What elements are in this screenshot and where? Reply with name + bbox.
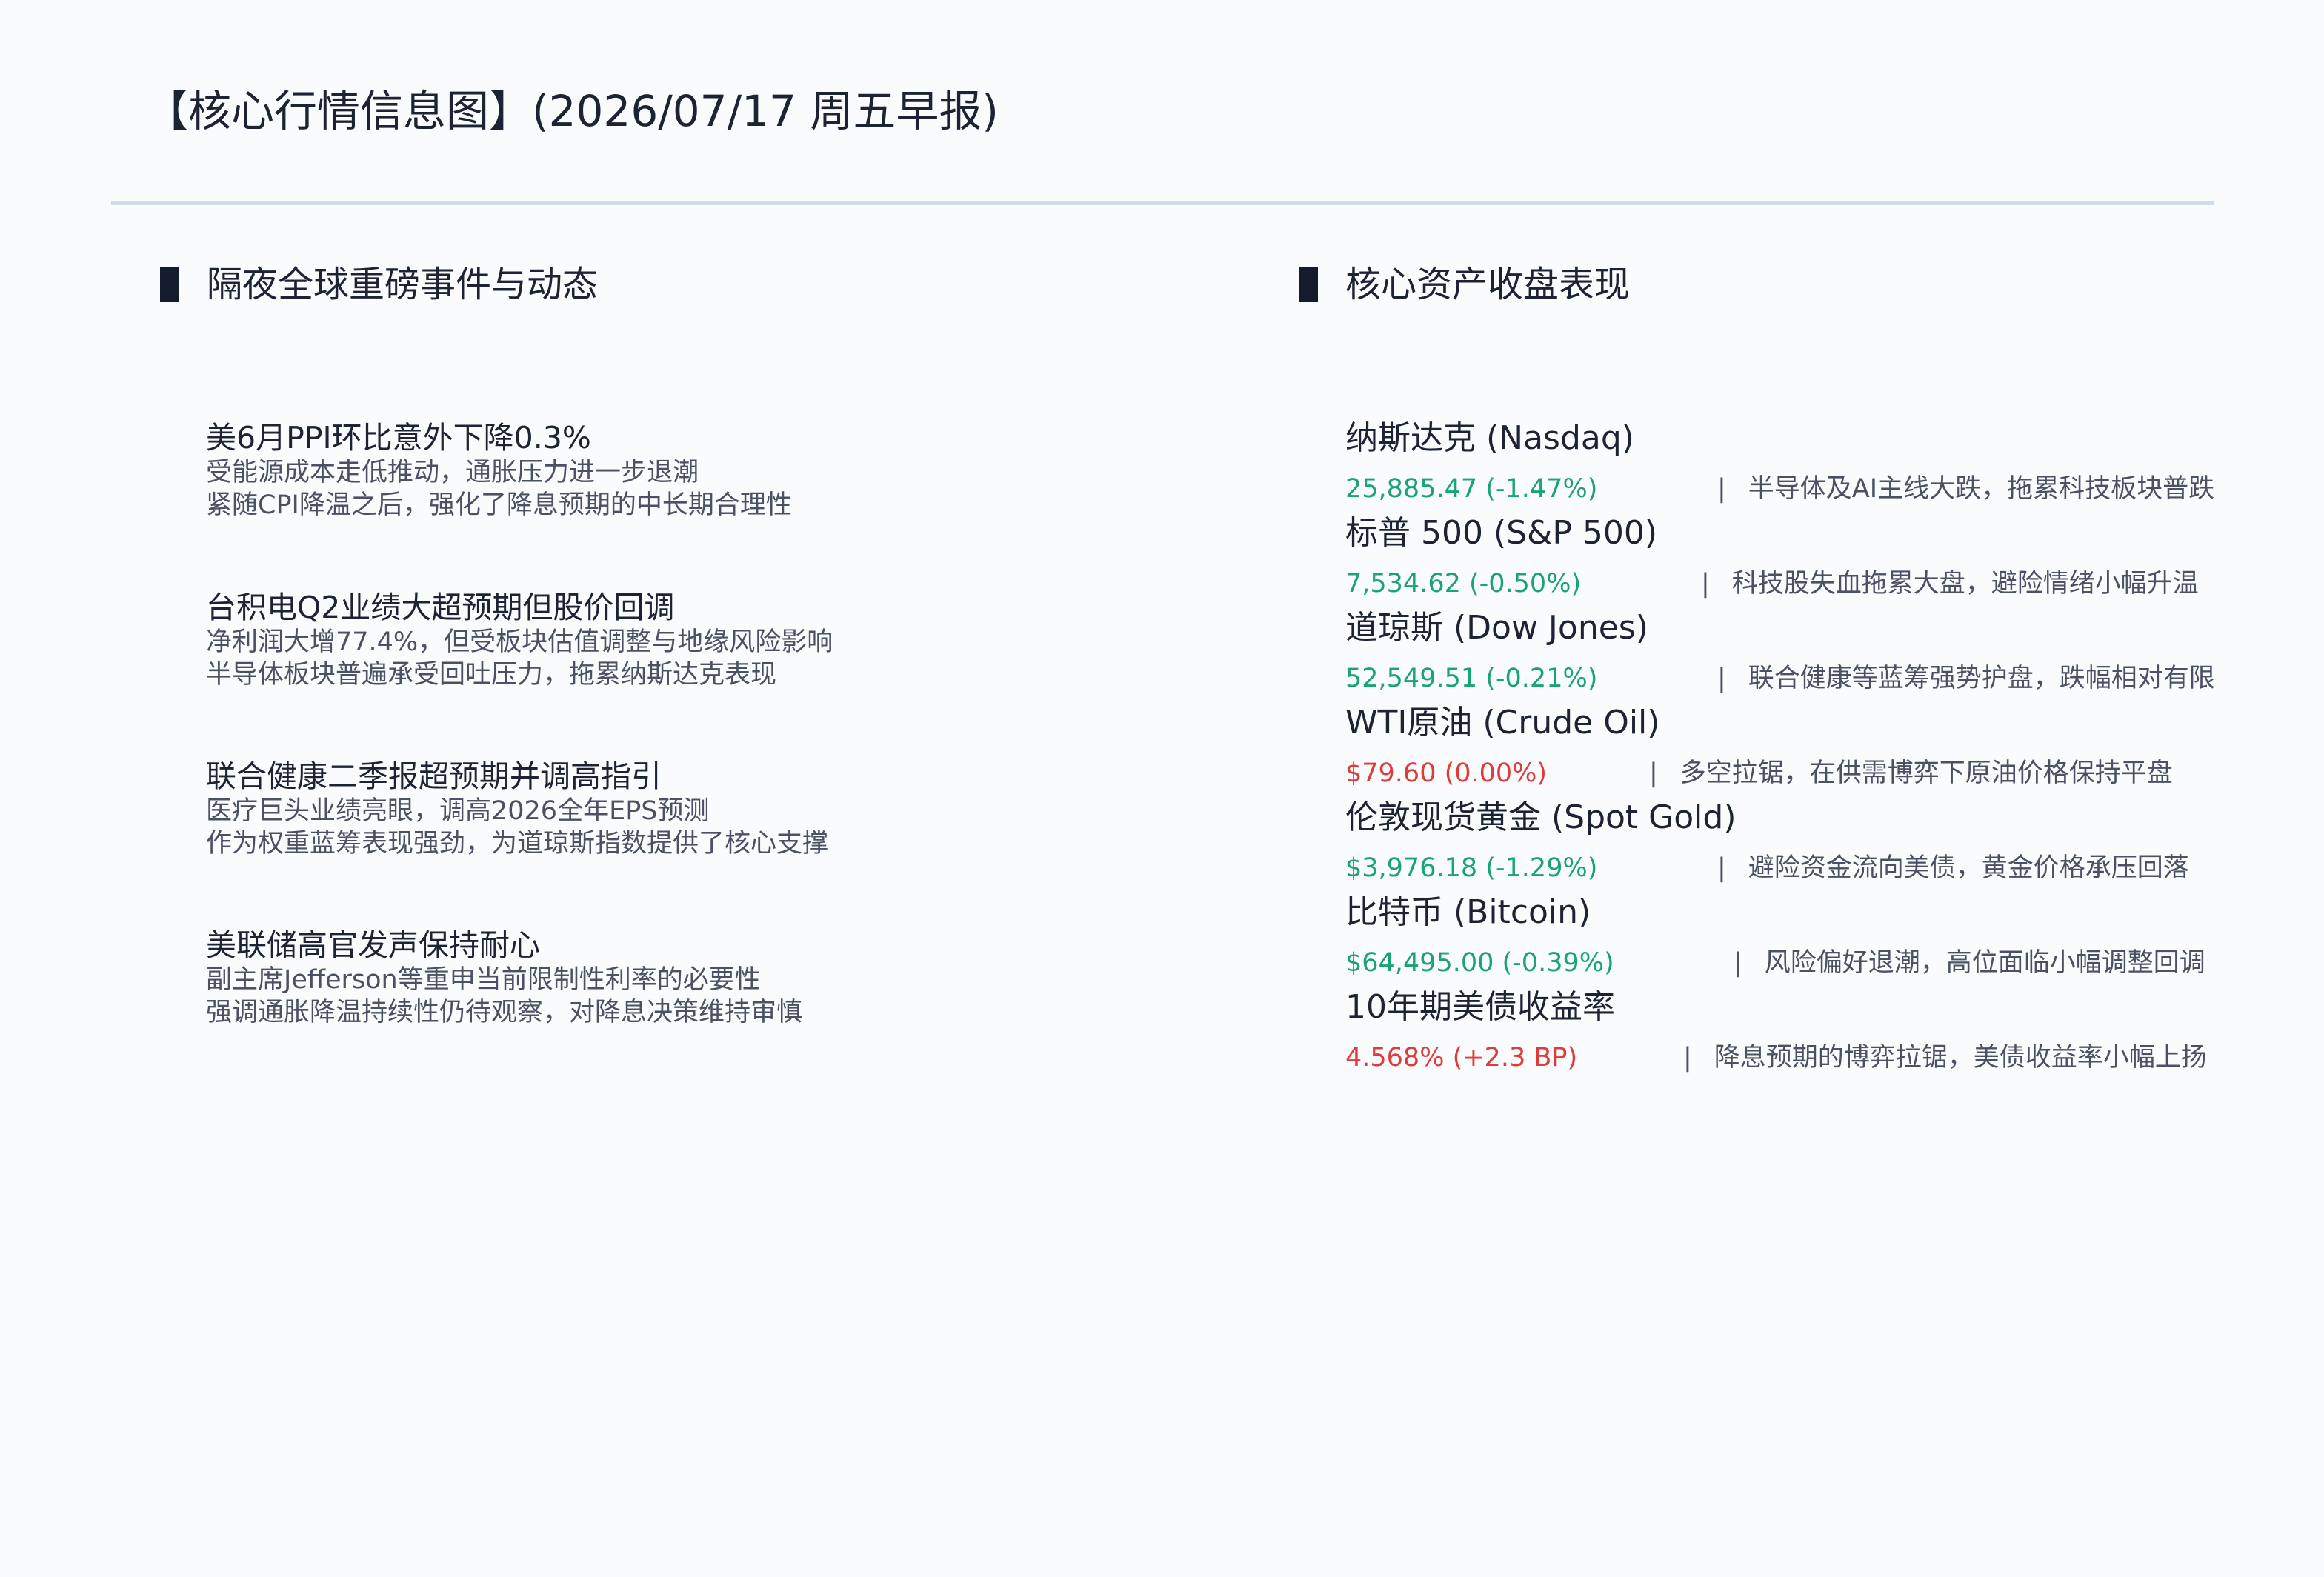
asset-row-gold: 伦敦现货黄金 (Spot Gold) $3,976.18 (-1.29%) | 避…	[1345, 794, 2257, 889]
asset-note-text: 风险偏好退潮，高位面临小幅调整回调	[1764, 948, 2205, 978]
asset-value: $64,495.00 (-0.39%)	[1345, 948, 1614, 978]
asset-row-sp500: 标普 500 (S&P 500) 7,534.62 (-0.50%) | 科技股失…	[1345, 510, 2257, 604]
news-detail-line: 半导体板块普遍承受回吐压力，拖累纳斯达克表现	[206, 660, 777, 690]
asset-value: 4.568% (+2.3 BP)	[1345, 1043, 1578, 1073]
asset-name: 道琼斯 (Dow Jones)	[1345, 609, 1648, 647]
news-detail-line: 紧随CPI降温之后，强化了降息预期的中长期合理性	[206, 490, 792, 520]
asset-note: | 风险偏好退潮，高位面临小幅调整回调	[1734, 945, 2205, 981]
asset-name: WTI原油 (Crude Oil)	[1345, 704, 1660, 741]
news-headline: 美6月PPI环比意外下降0.3%	[206, 420, 591, 456]
separator: |	[1683, 1043, 1692, 1073]
news-headline: 美联储高官发声保持耐心	[206, 927, 540, 963]
section-marker-bar	[1299, 267, 1318, 302]
separator: |	[1717, 853, 1726, 883]
asset-name: 伦敦现货黄金 (Spot Gold)	[1345, 798, 1737, 836]
news-item-3: 联合健康二季报超预期并调高指引 医疗巨头业绩亮眼，调高2026全年EPS预测 作…	[206, 758, 828, 860]
section-header-assets: 核心资产收盘表现	[1299, 262, 1891, 307]
separator: |	[1734, 948, 1742, 978]
asset-note-text: 半导体及AI主线大跌，拖累科技板块普跌	[1748, 474, 2215, 504]
asset-value: $3,976.18 (-1.29%)	[1345, 853, 1598, 883]
asset-row-bitcoin: 比特币 (Bitcoin) $64,495.00 (-0.39%) | 风险偏好退…	[1345, 889, 2257, 984]
asset-value: 52,549.51 (-0.21%)	[1345, 664, 1598, 693]
separator: |	[1717, 664, 1726, 693]
section-title-assets: 核心资产收盘表现	[1345, 264, 1631, 305]
asset-value: 25,885.47 (-1.47%)	[1345, 474, 1598, 504]
news-headline: 联合健康二季报超预期并调高指引	[206, 759, 662, 794]
section-header-events: 隔夜全球重磅事件与动态	[160, 262, 753, 307]
asset-note-text: 降息预期的博弈拉锯，美债收益率小幅上扬	[1714, 1043, 2207, 1073]
asset-note: | 多空拉锯，在供需博弈下原油价格保持平盘	[1649, 756, 2173, 791]
asset-row-us10y: 10年期美债收益率 4.568% (+2.3 BP) | 降息预期的博弈拉锯，美债…	[1345, 984, 2257, 1078]
asset-value: $79.60 (0.00%)	[1345, 759, 1548, 788]
page-title: 【核心行情信息图】(2026/07/17 周五早报)	[145, 86, 999, 136]
asset-value: 7,534.62 (-0.50%)	[1345, 569, 1582, 599]
asset-name: 标普 500 (S&P 500)	[1345, 514, 1658, 552]
news-item-2: 台积电Q2业绩大超预期但股价回调 净利润大增77.4%，但受板块估值调整与地缘风…	[206, 589, 833, 691]
asset-row-dow: 道琼斯 (Dow Jones) 52,549.51 (-0.21%) | 联合健康…	[1345, 604, 2257, 699]
separator: |	[1701, 569, 1710, 599]
infographic-page: 【核心行情信息图】(2026/07/17 周五早报) 隔夜全球重磅事件与动态 美…	[0, 0, 2324, 1577]
asset-note: | 联合健康等蓝筹强势护盘，跌幅相对有限	[1717, 661, 2215, 696]
news-item-1: 美6月PPI环比意外下降0.3% 受能源成本走低推动，通胀压力进一步退潮 紧随C…	[206, 419, 792, 521]
asset-row-nasdaq: 纳斯达克 (Nasdaq) 25,885.47 (-1.47%) | 半导体及AI…	[1345, 415, 2257, 510]
asset-row-wti: WTI原油 (Crude Oil) $79.60 (0.00%) | 多空拉锯，在…	[1345, 699, 2257, 794]
asset-note: | 科技股失血拖累大盘，避险情绪小幅升温	[1701, 566, 2199, 601]
asset-note-text: 科技股失血拖累大盘，避险情绪小幅升温	[1731, 569, 2199, 599]
asset-note: | 避险资金流向美债，黄金价格承压回落	[1717, 850, 2189, 886]
separator: |	[1649, 759, 1658, 788]
news-headline: 台积电Q2业绩大超预期但股价回调	[206, 590, 675, 625]
asset-note-text: 多空拉锯，在供需博弈下原油价格保持平盘	[1679, 759, 2173, 788]
separator: |	[1717, 474, 1726, 504]
news-detail-line: 强调通胀降温持续性仍待观察，对降息决策维持审慎	[206, 998, 803, 1027]
news-detail-line: 净利润大增77.4%，但受板块估值调整与地缘风险影响	[206, 627, 833, 657]
news-detail-line: 受能源成本走低推动，通胀压力进一步退潮	[206, 458, 699, 487]
title-divider	[111, 201, 2214, 205]
asset-name: 10年期美债收益率	[1345, 988, 1615, 1026]
asset-note: | 降息预期的博弈拉锯，美债收益率小幅上扬	[1683, 1040, 2207, 1076]
news-detail-line: 作为权重蓝筹表现强劲，为道琼斯指数提供了核心支撑	[206, 829, 829, 858]
asset-name: 纳斯达克 (Nasdaq)	[1345, 419, 1634, 457]
asset-note-text: 联合健康等蓝筹强势护盘，跌幅相对有限	[1748, 664, 2215, 693]
news-item-4: 美联储高官发声保持耐心 副主席Jefferson等重申当前限制性利率的必要性 强…	[206, 927, 802, 1029]
news-detail-line: 医疗巨头业绩亮眼，调高2026全年EPS预测	[206, 796, 710, 826]
asset-name: 比特币 (Bitcoin)	[1345, 893, 1591, 931]
news-detail-line: 副主席Jefferson等重申当前限制性利率的必要性	[206, 965, 761, 995]
asset-note: | 半导体及AI主线大跌，拖累科技板块普跌	[1717, 471, 2214, 507]
section-title-events: 隔夜全球重磅事件与动态	[207, 264, 599, 305]
section-marker-bar	[160, 267, 179, 302]
asset-note-text: 避险资金流向美债，黄金价格承压回落	[1748, 853, 2189, 883]
